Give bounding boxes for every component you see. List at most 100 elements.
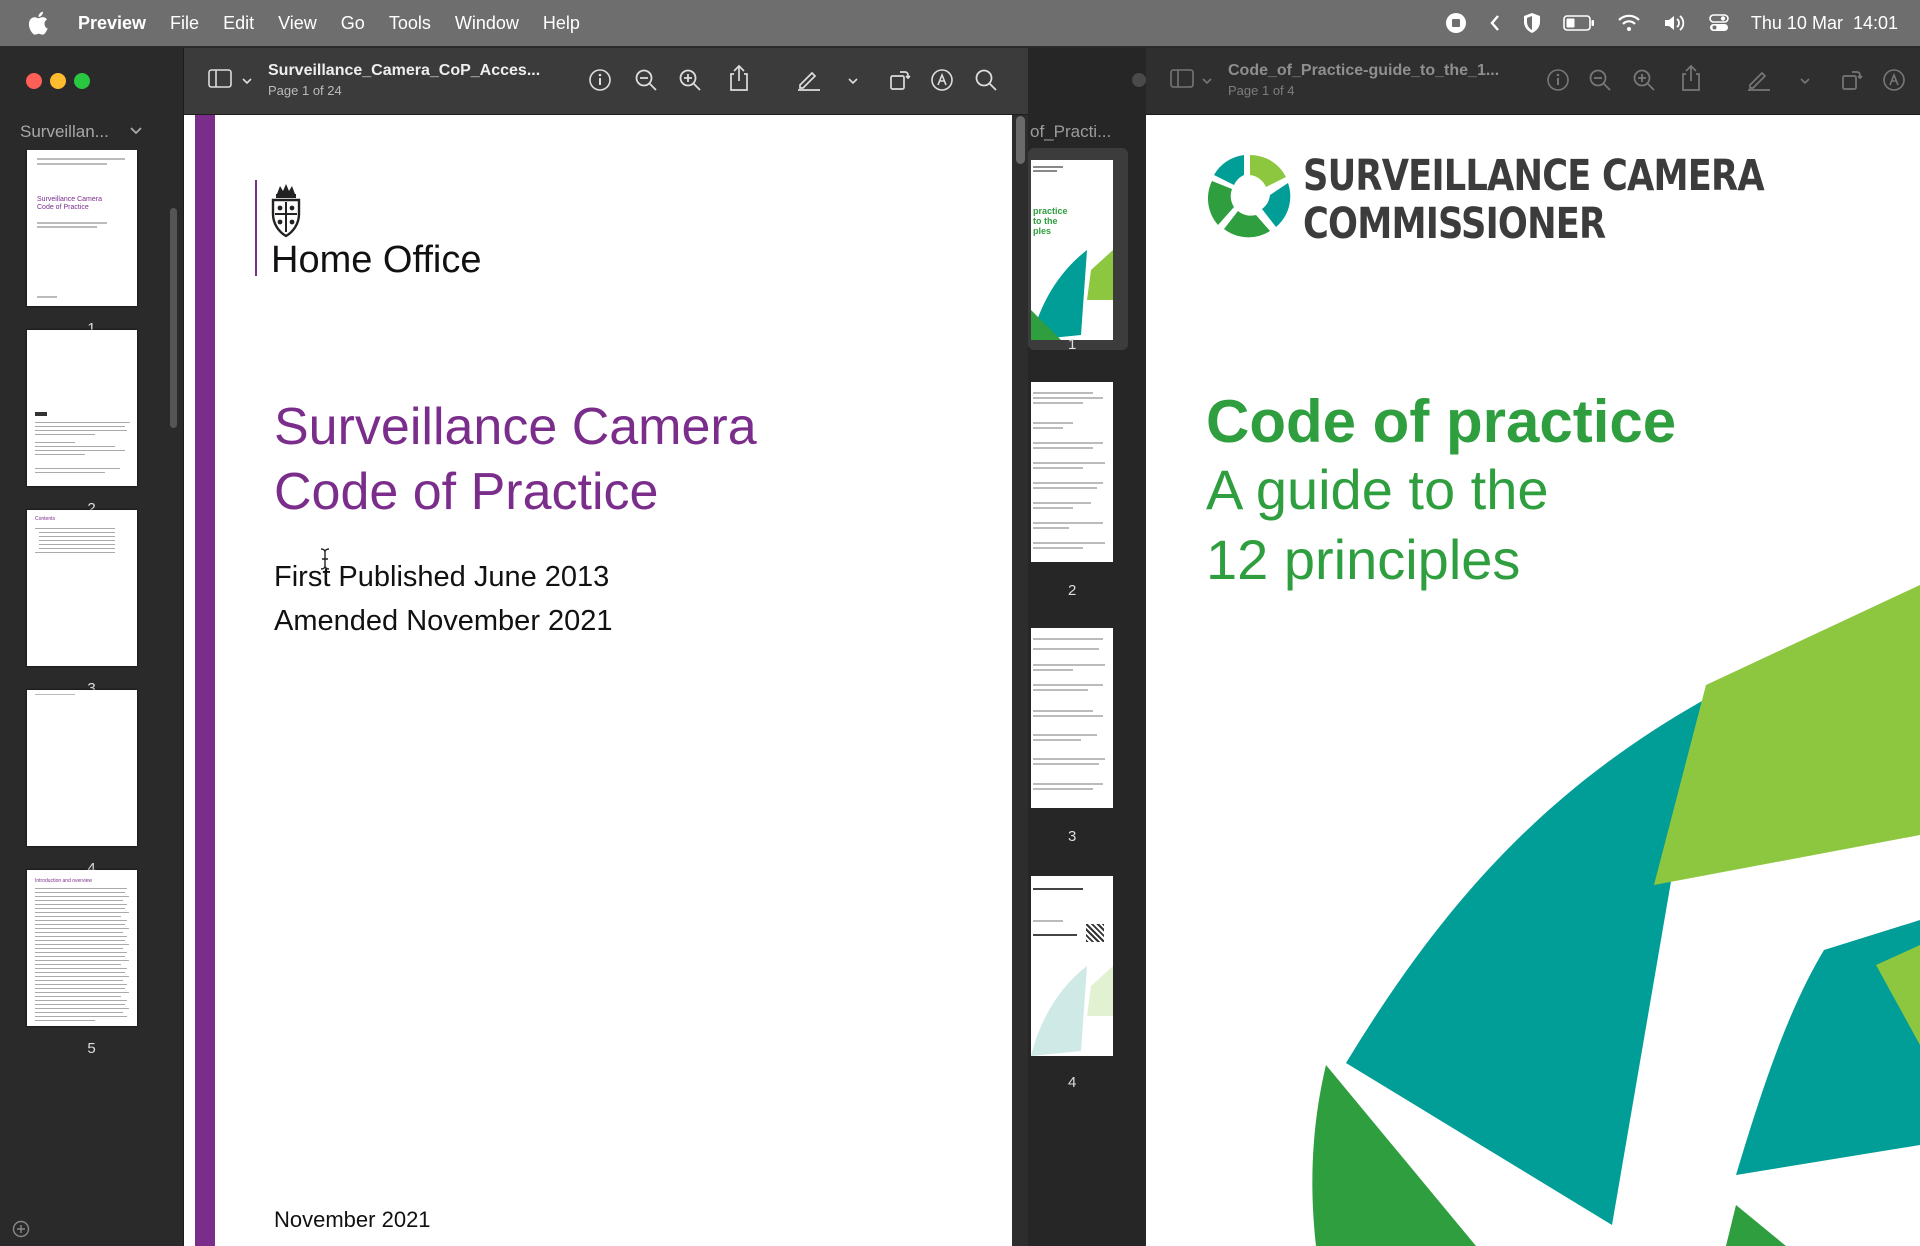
page-thumbnail-3[interactable] (1031, 628, 1113, 808)
document-heading: Code of practice (1206, 388, 1677, 455)
menu-file[interactable]: File (170, 13, 199, 34)
sidebar-doc-title[interactable]: Surveillan... (20, 122, 109, 142)
document-title[interactable]: Surveillance_Camera_CoP_Acces... (268, 62, 540, 80)
sidebar-toggle-icon[interactable] (1170, 68, 1196, 90)
minimize-window-button[interactable] (50, 73, 66, 89)
chevron-down-icon[interactable] (1202, 78, 1212, 86)
search-icon[interactable] (974, 68, 998, 92)
amended-date: Amended November 2021 (274, 605, 613, 637)
preview-window-left: Surveillan... Surveillance Camera Code o… (0, 48, 1028, 1246)
share-icon[interactable] (728, 64, 750, 92)
battery-icon[interactable] (1563, 15, 1595, 31)
rotate-icon[interactable] (888, 68, 912, 92)
zoom-out-icon[interactable] (634, 68, 658, 92)
preview-window-right: of_Practi... practice to the ples 1 2 3 … (1028, 48, 1920, 1246)
document-subheading: A guide to the (1206, 458, 1549, 521)
zoom-out-icon[interactable] (1588, 68, 1612, 92)
thumbnail-sidebar: of_Practi... practice to the ples 1 2 3 … (1028, 48, 1146, 1246)
org-name: Home Office (271, 239, 482, 281)
page-number: 1 (1068, 336, 1077, 353)
rotate-icon[interactable] (1840, 68, 1864, 92)
thumb-heading: Contents (35, 516, 56, 522)
thumb-title-line: Code of Practice (37, 204, 89, 211)
inactive-window-button[interactable] (1132, 73, 1146, 87)
menu-tools[interactable]: Tools (389, 13, 431, 34)
markup-pen-icon[interactable] (1746, 68, 1772, 92)
share-icon[interactable] (1680, 64, 1702, 92)
add-icon[interactable] (12, 1220, 30, 1238)
clock[interactable]: Thu 10 Mar 14:01 (1751, 13, 1898, 34)
control-center-icon[interactable] (1709, 14, 1729, 32)
document-title[interactable]: Code_of_Practice-guide_to_the_1... (1228, 62, 1499, 80)
page-thumbnail-4[interactable]: 4 (27, 690, 137, 877)
document-page[interactable]: Home Office Surveillance Camera Code of … (184, 115, 1012, 1246)
info-icon[interactable] (1546, 68, 1570, 92)
annotate-icon[interactable] (1882, 68, 1906, 92)
menu-bar: Preview File Edit View Go Tools Window H… (0, 0, 1920, 46)
zoom-in-icon[interactable] (678, 68, 702, 92)
menu-help[interactable]: Help (543, 13, 580, 34)
logo-divider (255, 180, 257, 276)
document-subheading: 12 principles (1206, 528, 1521, 591)
volume-icon[interactable] (1663, 14, 1687, 32)
zoom-in-icon[interactable] (1632, 68, 1656, 92)
sidebar-toggle-icon[interactable] (208, 68, 234, 90)
page-number: 5 (87, 1040, 96, 1057)
page-thumbnail-1[interactable]: Surveillance Camera Code of Practice 1 (27, 150, 137, 337)
accent-bar (195, 115, 215, 1246)
page-indicator: Page 1 of 4 (1228, 83, 1295, 98)
footer-date: November 2021 (274, 1207, 431, 1232)
page-thumbnail-1[interactable]: practice to the ples (1031, 160, 1113, 340)
brand-name: SURVEILLANCE CAMERA (1303, 151, 1765, 201)
page-thumbnail-3[interactable]: Contents 3 (27, 510, 137, 697)
sidebar-doc-title[interactable]: of_Practi... (1030, 122, 1111, 142)
chevron-down-icon[interactable] (1800, 78, 1810, 86)
thumb-title-line: Surveillance Camera (37, 196, 102, 203)
close-window-button[interactable] (26, 73, 42, 89)
page-number: 4 (1068, 1074, 1077, 1091)
page-indicator: Page 1 of 24 (268, 83, 342, 98)
page-thumbnail-2[interactable]: 2 (27, 330, 137, 517)
document-page[interactable]: SURVEILLANCE CAMERA COMMISSIONER Code of… (1146, 115, 1920, 1246)
thumb-heading: Introduction and overview (35, 878, 92, 884)
document-scrollbar[interactable] (1014, 115, 1028, 1246)
royal-crest-icon (271, 184, 301, 238)
page-number: 2 (1068, 582, 1077, 599)
cover-art-thumbnail (1031, 966, 1113, 1056)
brand-name: COMMISSIONER (1303, 199, 1606, 249)
chevron-down-icon[interactable] (130, 126, 142, 136)
cover-art-thumbnail (1031, 250, 1113, 340)
status-area: Thu 10 Mar 14:01 (1445, 0, 1898, 46)
scrollbar-thumb[interactable] (1016, 116, 1025, 164)
menu-view[interactable]: View (278, 13, 317, 34)
shield-icon[interactable] (1523, 12, 1541, 34)
menu-go[interactable]: Go (341, 13, 365, 34)
apple-icon[interactable] (24, 8, 54, 38)
thumb-title-line: practice (1033, 206, 1068, 216)
sidebar-scrollbar[interactable] (170, 208, 177, 428)
thumbnail-list[interactable]: Surveillance Camera Code of Practice 1 2… (0, 150, 183, 1246)
screen-record-icon[interactable] (1445, 12, 1467, 34)
thumbnail-sidebar: Surveillan... Surveillance Camera Code o… (0, 48, 184, 1246)
chevron-left-icon[interactable] (1489, 14, 1501, 32)
page-thumbnail-4[interactable] (1031, 876, 1113, 1056)
page-thumbnail-2[interactable] (1031, 382, 1113, 562)
chevron-down-icon[interactable] (848, 78, 858, 86)
menu-edit[interactable]: Edit (223, 13, 254, 34)
page-thumbnail-5[interactable]: Introduction and overview 5 (27, 870, 137, 1057)
menu-window[interactable]: Window (455, 13, 519, 34)
markup-pen-icon[interactable] (796, 68, 822, 92)
wifi-icon[interactable] (1617, 14, 1641, 32)
thumb-title-line: to the (1033, 216, 1058, 226)
chevron-down-icon[interactable] (242, 78, 252, 86)
text-cursor-icon (320, 548, 330, 570)
document-heading: Surveillance Camera (274, 398, 757, 456)
info-icon[interactable] (588, 68, 612, 92)
cover-artwork (1312, 585, 1920, 1246)
zoom-window-button[interactable] (74, 73, 90, 89)
toolbar: Surveillance_Camera_CoP_Acces... Page 1 … (184, 48, 1028, 115)
commissioner-logo-icon (1207, 154, 1291, 238)
menu-app-name[interactable]: Preview (78, 13, 146, 34)
annotate-icon[interactable] (930, 68, 954, 92)
toolbar: Code_of_Practice-guide_to_the_1... Page … (1132, 48, 1920, 115)
